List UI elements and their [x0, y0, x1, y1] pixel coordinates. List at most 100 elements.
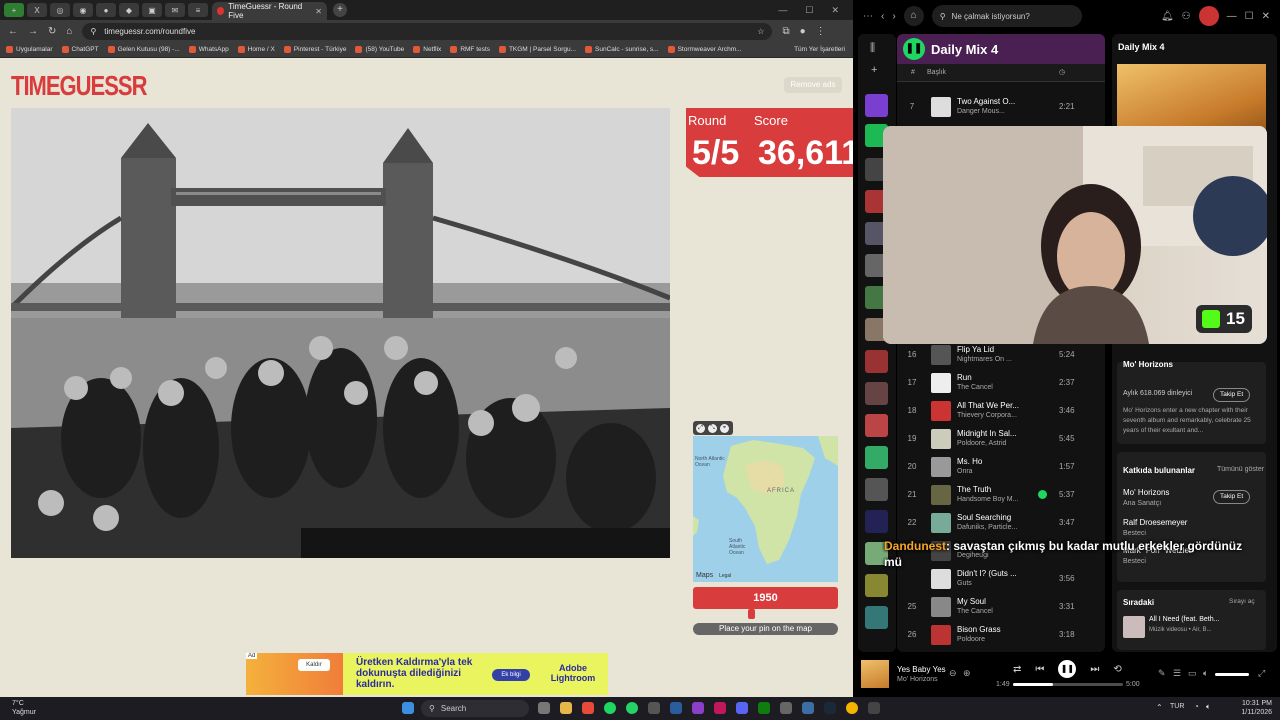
- taskbar-search[interactable]: ⚲ Search: [421, 700, 529, 717]
- avatar[interactable]: [1198, 6, 1219, 26]
- track-row[interactable]: 17 Run The Cancel 2:37: [897, 370, 1105, 398]
- extensions-icon[interactable]: ⧉: [782, 26, 789, 37]
- track-row[interactable]: 26 Bison Grass Poldoore 3:18: [897, 622, 1105, 650]
- credit-name[interactable]: Mo' Horizons: [1123, 488, 1169, 497]
- maximize-icon[interactable]: ☐: [1245, 11, 1254, 22]
- minimize-icon[interactable]: —: [1227, 11, 1237, 22]
- track-row[interactable]: 22 Soul Searching Dafuniks, Particle... 3:4…: [897, 510, 1105, 538]
- bookmark-item[interactable]: TKGM | Parsel Sorgu...: [498, 46, 576, 53]
- chrome-icon[interactable]: [846, 702, 858, 714]
- spotify-taskbar-icon[interactable]: [604, 702, 616, 714]
- task-view-icon[interactable]: [538, 702, 550, 714]
- bookmark-item[interactable]: WhatsApp: [188, 46, 229, 53]
- playlist-play-button[interactable]: ❚❚: [903, 38, 925, 60]
- liked-songs-cover[interactable]: [865, 94, 888, 117]
- library-cover[interactable]: [865, 414, 888, 437]
- ad-banner[interactable]: Ad Kaldır Üretken Kaldırma'yla tek dokun…: [246, 653, 608, 695]
- new-tab-button[interactable]: +: [333, 3, 347, 17]
- now-playing-song[interactable]: Yes Baby Yes: [897, 665, 946, 674]
- photoshop-icon[interactable]: [670, 702, 682, 714]
- pinned-tab[interactable]: ●: [96, 3, 116, 17]
- remove-icon[interactable]: ⊖: [949, 668, 957, 679]
- pause-button[interactable]: ❚❚: [1058, 660, 1077, 678]
- library-cover[interactable]: [865, 478, 888, 501]
- app-icon[interactable]: [648, 702, 660, 714]
- queue-icon[interactable]: ☰: [1173, 668, 1181, 679]
- ad-cta-button[interactable]: Ek bilgi: [492, 669, 530, 681]
- minimize-icon[interactable]: —: [778, 5, 787, 16]
- bookmark-item[interactable]: Home / X: [237, 46, 275, 53]
- forward-icon[interactable]: →: [28, 26, 38, 37]
- pinned-tab[interactable]: ◉: [73, 3, 93, 17]
- map-shrink-icon[interactable]: ⤡: [708, 423, 717, 433]
- add-icon[interactable]: ⊕: [963, 668, 971, 679]
- place-pin-button[interactable]: Place your pin on the map: [693, 623, 838, 635]
- bookmark-star-icon[interactable]: ☆: [757, 27, 764, 36]
- track-row[interactable]: 16 Flip Ya Lid Nightmares On ... 5:24: [897, 342, 1105, 370]
- year-slider-handle[interactable]: [748, 609, 755, 619]
- repeat-icon[interactable]: ⟲: [1113, 664, 1121, 675]
- start-icon[interactable]: [402, 702, 414, 714]
- spotify-forward-icon[interactable]: ›: [892, 11, 895, 22]
- bookmark-item[interactable]: RMF tests: [450, 46, 490, 53]
- track-row[interactable]: 25 My Soul The Cancel 3:31: [897, 594, 1105, 622]
- map-expand-icon[interactable]: ⤢: [696, 423, 705, 433]
- bookmark-item[interactable]: Stormweaver Archm...: [667, 46, 742, 53]
- volume-icon[interactable]: 🔈︎: [1203, 668, 1208, 679]
- tab-active[interactable]: TimeGuessr - Round Five ✕: [212, 2, 327, 20]
- bookmark-item[interactable]: SunCalc - sunrise, s...: [585, 46, 659, 53]
- spotify-back-icon[interactable]: ‹: [881, 11, 884, 22]
- ad-remove-button[interactable]: Kaldır: [298, 659, 330, 671]
- pinned-tab[interactable]: +: [4, 3, 24, 17]
- library-cover[interactable]: [865, 574, 888, 597]
- col-title[interactable]: Başlık: [927, 69, 946, 76]
- follow-button[interactable]: Takip Et: [1213, 490, 1251, 504]
- back-icon[interactable]: ←: [8, 26, 18, 37]
- artist-card[interactable]: Mo' Horizons Aylık 618.069 dinleyici Tak…: [1117, 360, 1266, 444]
- menu-icon[interactable]: ⋮: [816, 26, 826, 37]
- previous-icon[interactable]: ⏮: [1035, 664, 1044, 675]
- close-icon[interactable]: ✕: [831, 5, 839, 16]
- now-playing-artist[interactable]: Mo' Horizons: [897, 676, 938, 683]
- next-icon[interactable]: ⏭: [1090, 664, 1099, 675]
- lyrics-icon[interactable]: ✎: [1158, 668, 1166, 679]
- device-icon[interactable]: ▭: [1188, 668, 1197, 679]
- credit-name[interactable]: Ralf Droesemeyer: [1123, 518, 1187, 527]
- legal-link[interactable]: Legal: [719, 573, 731, 579]
- spotify-home-icon[interactable]: ⌂: [903, 6, 924, 26]
- library-cover[interactable]: [865, 510, 888, 533]
- app-icon[interactable]: [714, 702, 726, 714]
- library-cover[interactable]: [865, 446, 888, 469]
- fullscreen-icon[interactable]: ⤢: [1258, 668, 1265, 679]
- network-icon[interactable]: ◔: [1194, 702, 1199, 711]
- track-row[interactable]: Didn't I? (Guts ... Guts 3:56: [897, 566, 1105, 594]
- maximize-icon[interactable]: ☐: [805, 5, 813, 16]
- track-row[interactable]: 7 Two Against O... Danger Mous... 2:21: [897, 94, 1105, 122]
- app-icon[interactable]: [582, 702, 594, 714]
- remove-ads-button[interactable]: Remove ads: [784, 77, 842, 93]
- pinned-tab[interactable]: ≡: [188, 3, 208, 17]
- app-icon[interactable]: [802, 702, 814, 714]
- guess-map[interactable]: North Atlantic Ocean AFRICA South Atlant…: [693, 436, 838, 582]
- progress-bar[interactable]: [1013, 683, 1123, 686]
- map-pin-icon[interactable]: ⌖: [720, 423, 729, 433]
- pinned-tab[interactable]: X: [27, 3, 47, 17]
- library-icon[interactable]: ⫼: [870, 42, 875, 55]
- track-row[interactable]: 19 Midnight In Sal... Poldoore, Astrid 5:45: [897, 426, 1105, 454]
- app-icon[interactable]: [868, 702, 880, 714]
- reload-icon[interactable]: ↻: [48, 26, 56, 37]
- close-tab-icon[interactable]: ✕: [315, 7, 322, 16]
- whatsapp-taskbar-icon[interactable]: [626, 702, 638, 714]
- profile-icon[interactable]: ●: [800, 26, 806, 37]
- credits-show-all[interactable]: Tümünü göster: [1217, 466, 1264, 473]
- friends-icon[interactable]: ⚇: [1182, 11, 1191, 22]
- clock[interactable]: 10:31 PM 1/11/2026: [1241, 699, 1272, 717]
- library-cover[interactable]: [865, 382, 888, 405]
- address-bar[interactable]: ⚲ timeguessr.com/roundfive ☆: [82, 22, 773, 40]
- volume-icon[interactable]: 🔈︎: [1206, 702, 1211, 712]
- bookmark-item[interactable]: Netflix: [413, 46, 441, 53]
- pinned-tab[interactable]: ◆: [119, 3, 139, 17]
- spotify-menu-icon[interactable]: ⋯: [863, 11, 873, 22]
- bookmark-item[interactable]: Pinterest - Türkiye: [283, 46, 346, 53]
- xbox-icon[interactable]: [758, 702, 770, 714]
